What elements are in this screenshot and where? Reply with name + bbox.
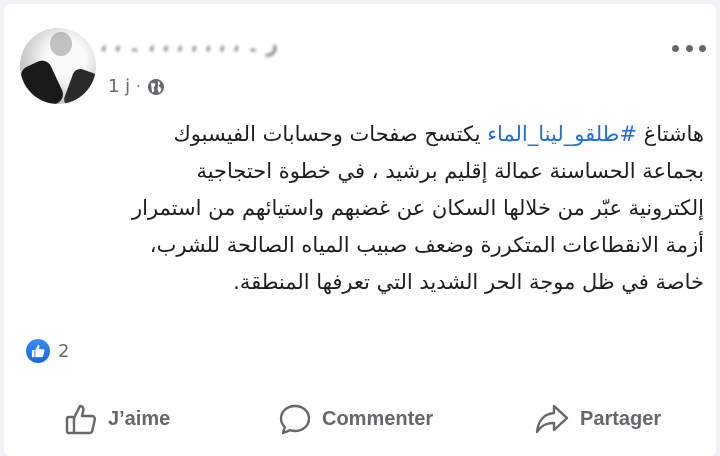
post-text-line-2: بجماعة الحساسنة عمالة إقليم برشيد ، في خ… bbox=[196, 159, 704, 183]
meta-separator: · bbox=[136, 78, 141, 95]
post-text-line-1: هاشتاغ #طلقو_لينا_الماء يكتسح صفحات وحسا… bbox=[44, 116, 704, 153]
thumbs-up-icon bbox=[65, 404, 97, 435]
avatar-shape bbox=[20, 57, 67, 104]
share-button[interactable]: Partager bbox=[534, 402, 661, 436]
avatar-shape bbox=[50, 32, 72, 56]
comment-label: Commenter bbox=[322, 407, 434, 430]
author-avatar[interactable] bbox=[20, 28, 96, 104]
author-name[interactable]: ر ۔ ، ، ، ، ، ، ، ۔ ، ، bbox=[100, 32, 280, 58]
post-text-line-3: إلكترونية عبّر من خلالها السكان عن غضبهم… bbox=[131, 196, 704, 220]
comment-bubble-icon bbox=[279, 404, 311, 435]
reactions-summary[interactable]: 2 bbox=[26, 339, 69, 363]
text-line-1-rest: يكتسح صفحات وحسابات الفيسبوك bbox=[173, 122, 488, 146]
post-text: هاشتاغ #طلقو_لينا_الماء يكتسح صفحات وحسا… bbox=[44, 116, 704, 301]
dot bbox=[672, 44, 679, 52]
hashtag-link[interactable]: #طلقو_لينا_الماء bbox=[487, 122, 637, 146]
post-time[interactable]: 1 j bbox=[108, 76, 130, 97]
share-label: Partager bbox=[580, 407, 662, 430]
like-label: J’aime bbox=[108, 407, 171, 430]
globe-icon bbox=[147, 78, 165, 96]
comment-button[interactable]: Commenter bbox=[278, 402, 433, 436]
share-arrow-icon bbox=[535, 404, 569, 434]
more-dots-icon[interactable] bbox=[672, 42, 706, 54]
dot bbox=[685, 44, 693, 52]
dot bbox=[699, 44, 706, 52]
post-card: ر ۔ ، ، ، ، ، ، ، ۔ ، ، 1 j · هاشتاغ #طل… bbox=[4, 4, 716, 456]
like-reaction-icon bbox=[26, 339, 50, 363]
post-text-line-5: خاصة في ظل موجة الحر الشديد التي تعرفها … bbox=[233, 270, 704, 294]
action-bar: J’aime Commenter Partager bbox=[4, 392, 716, 444]
post-text-line-4: أزمة الانقطاعات المتكررة وضعف صبيب الميا… bbox=[149, 233, 704, 257]
avatar-shape bbox=[61, 66, 96, 104]
like-button[interactable]: J’aime bbox=[64, 402, 170, 436]
post-meta: 1 j · bbox=[108, 76, 165, 97]
reaction-count: 2 bbox=[58, 340, 70, 362]
text-prefix: هاشتاغ bbox=[636, 122, 704, 146]
